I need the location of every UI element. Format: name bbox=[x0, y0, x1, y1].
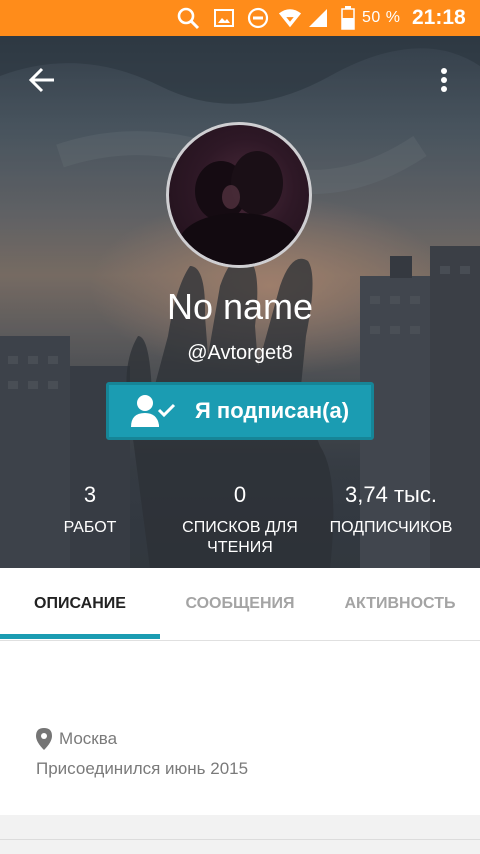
follow-button[interactable]: Я подписан(а) bbox=[106, 382, 374, 440]
image-icon bbox=[212, 6, 236, 30]
tab-description[interactable]: ОПИСАНИЕ bbox=[0, 568, 160, 640]
do-not-disturb-icon bbox=[246, 6, 270, 30]
about-section: Москва Присоединился июнь 2015 bbox=[0, 641, 480, 815]
display-name: No name bbox=[166, 286, 314, 327]
location-text: Москва bbox=[59, 729, 118, 748]
stat-value: 3,74 тыс. bbox=[345, 482, 437, 507]
clock: 21:18 bbox=[412, 6, 466, 29]
tab-messages[interactable]: СООБЩЕНИЯ bbox=[160, 568, 320, 640]
stat-label: РАБОТ bbox=[63, 519, 117, 536]
tab-activity[interactable]: АКТИВНОСТЬ bbox=[320, 568, 480, 640]
stat-value: 0 bbox=[233, 482, 247, 507]
profile-header: No name @Avtorget8 Я подписан(а) 3 РАБОТ… bbox=[0, 36, 480, 568]
stat-label: СПИСКОВ ДЛЯ ЧТЕНИЯ bbox=[182, 519, 298, 556]
back-button[interactable] bbox=[26, 64, 58, 96]
wifi-icon bbox=[278, 6, 302, 30]
joined-date: Присоединился июнь 2015 bbox=[36, 759, 249, 778]
stat-label: ПОДПИСЧИКОВ bbox=[329, 519, 453, 536]
avatar-photo bbox=[179, 151, 299, 265]
follow-button-label: Я подписан(а) bbox=[195, 398, 350, 423]
username: @Avtorget8 bbox=[187, 342, 293, 364]
battery-icon bbox=[336, 6, 360, 30]
location-pin-icon bbox=[36, 728, 52, 750]
signal-icon bbox=[306, 6, 330, 30]
profile-tabs: ОПИСАНИЕ СООБЩЕНИЯ АКТИВНОСТЬ bbox=[0, 568, 480, 641]
tab-active-indicator bbox=[0, 634, 160, 639]
stat-reading-lists[interactable]: 0 СПИСКОВ ДЛЯ ЧТЕНИЯ bbox=[172, 482, 308, 558]
status-bar: 50 % 21:18 bbox=[0, 0, 480, 36]
search-icon bbox=[176, 6, 200, 30]
more-vertical-icon bbox=[441, 68, 447, 92]
location-row: Москва bbox=[36, 728, 117, 750]
arrow-left-icon bbox=[28, 67, 54, 93]
stat-value: 3 bbox=[83, 482, 97, 507]
stat-followers[interactable]: 3,74 тыс. ПОДПИСЧИКОВ bbox=[316, 482, 466, 538]
user-check-icon bbox=[123, 385, 183, 437]
more-options-button[interactable] bbox=[428, 62, 460, 98]
avatar[interactable] bbox=[166, 122, 312, 268]
divider bbox=[0, 839, 480, 840]
battery-percentage: 50 % bbox=[362, 9, 401, 26]
stat-works[interactable]: 3 РАБОТ bbox=[40, 482, 140, 538]
